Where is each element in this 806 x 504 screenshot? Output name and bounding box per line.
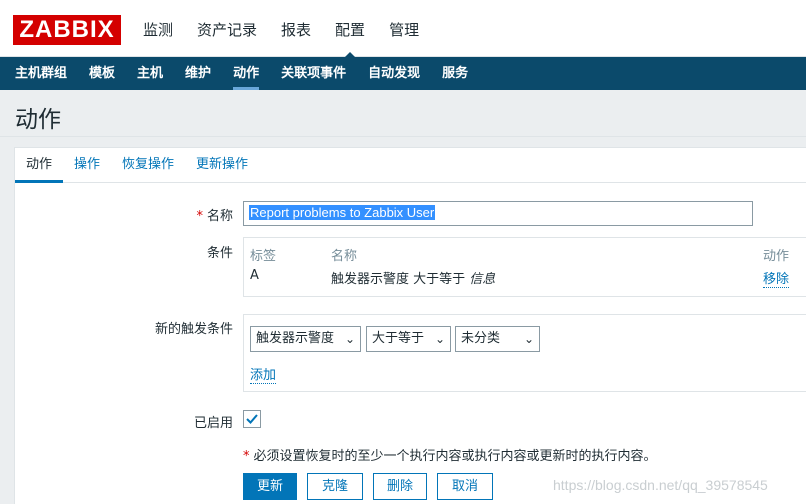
required-note: * 必须设置恢复时的至少一个执行内容或执行内容或更新时的执行内容。 <box>243 445 657 464</box>
condition-remove-link[interactable]: 移除 <box>763 268 790 288</box>
name-input-value: Report problems to Zabbix User <box>249 205 436 220</box>
add-condition-link[interactable]: 添加 <box>250 364 277 384</box>
chevron-down-icon: ⌄ <box>344 332 355 346</box>
nav-reports[interactable]: 报表 <box>269 0 323 57</box>
new-condition-label: 新的触发条件 <box>154 322 233 337</box>
conditions-label: 条件 <box>206 246 233 261</box>
condition-operator-select[interactable]: 大于等于 ⌄ <box>366 326 451 352</box>
condition-name-value: 信息 <box>469 272 496 287</box>
top-bar: ZABBIX 监测 资产记录 报表 配置 管理 <box>0 0 806 58</box>
watermark: https://blog.csdn.net/qq_39578545 <box>553 477 768 493</box>
new-condition-box: 触发器示警度 ⌄ 大于等于 ⌄ 未分类 ⌄ 添加 <box>243 314 806 392</box>
conditions-table: 标签 名称 动作 A 触发器示警度 大于等于 信息 移除 <box>243 237 806 297</box>
clone-button[interactable]: 克隆 <box>307 473 363 500</box>
tab-recovery-operations[interactable]: 恢复操作 <box>111 148 185 182</box>
nav-monitoring[interactable]: 监测 <box>131 0 185 57</box>
enabled-label: 已启用 <box>193 416 233 431</box>
nav-administration[interactable]: 管理 <box>377 0 431 57</box>
condition-name: 触发器示警度 大于等于 信息 <box>331 268 495 287</box>
subnav-discovery[interactable]: 自动发现 <box>357 57 431 90</box>
conditions-header-action: 动作 <box>763 249 790 264</box>
enabled-checkbox[interactable] <box>243 410 261 428</box>
page-title: 动作 <box>15 107 61 133</box>
condition-name-prefix: 触发器示警度 大于等于 <box>331 272 466 287</box>
subnav-maintenance[interactable]: 维护 <box>174 57 222 90</box>
conditions-header-name: 名称 <box>331 249 358 264</box>
main-nav: 监测 资产记录 报表 配置 管理 <box>131 0 431 58</box>
name-input[interactable]: Report problems to Zabbix User <box>243 201 753 226</box>
tab-update-operations[interactable]: 更新操作 <box>185 148 259 182</box>
condition-operator-value: 大于等于 <box>372 331 425 346</box>
title-divider <box>0 136 806 137</box>
condition-value-value: 未分类 <box>461 331 501 346</box>
add-condition-text[interactable]: 添加 <box>250 368 277 384</box>
subnav-services[interactable]: 服务 <box>431 57 479 90</box>
required-note-text: 必须设置恢复时的至少一个执行内容或执行内容或更新时的执行内容。 <box>253 449 657 464</box>
delete-button[interactable]: 删除 <box>373 473 427 500</box>
condition-type-value: 触发器示警度 <box>256 331 335 346</box>
chevron-down-icon: ⌄ <box>434 332 445 346</box>
form-tabs: 动作 操作 恢复操作 更新操作 <box>15 148 806 183</box>
subnav-event-correlation[interactable]: 关联项事件 <box>270 57 357 90</box>
chevron-down-icon: ⌄ <box>523 332 534 346</box>
required-asterisk: * <box>243 449 250 464</box>
condition-remove-text[interactable]: 移除 <box>763 272 790 288</box>
condition-type-select[interactable]: 触发器示警度 ⌄ <box>250 326 361 352</box>
condition-tag: A <box>250 268 259 283</box>
sub-nav: 主机群组 模板 主机 维护 动作 关联项事件 自动发现 服务 <box>0 57 806 90</box>
cancel-button[interactable]: 取消 <box>437 473 493 500</box>
name-label: * 名称 <box>150 205 233 224</box>
name-label-text: 名称 <box>206 209 233 224</box>
subnav-actions[interactable]: 动作 <box>222 57 270 90</box>
zabbix-logo[interactable]: ZABBIX <box>13 15 121 45</box>
nav-configuration[interactable]: 配置 <box>323 0 377 58</box>
update-button[interactable]: 更新 <box>243 473 297 500</box>
tab-operations[interactable]: 操作 <box>63 148 111 182</box>
conditions-header-tag: 标签 <box>250 249 277 264</box>
subnav-host-groups[interactable]: 主机群组 <box>4 57 78 90</box>
nav-inventory[interactable]: 资产记录 <box>185 0 269 57</box>
condition-value-select[interactable]: 未分类 ⌄ <box>455 326 540 352</box>
required-asterisk: * <box>196 209 203 224</box>
tab-action[interactable]: 动作 <box>15 148 64 183</box>
checkmark-icon <box>246 414 258 424</box>
subnav-hosts[interactable]: 主机 <box>126 57 174 90</box>
subnav-templates[interactable]: 模板 <box>78 57 126 90</box>
